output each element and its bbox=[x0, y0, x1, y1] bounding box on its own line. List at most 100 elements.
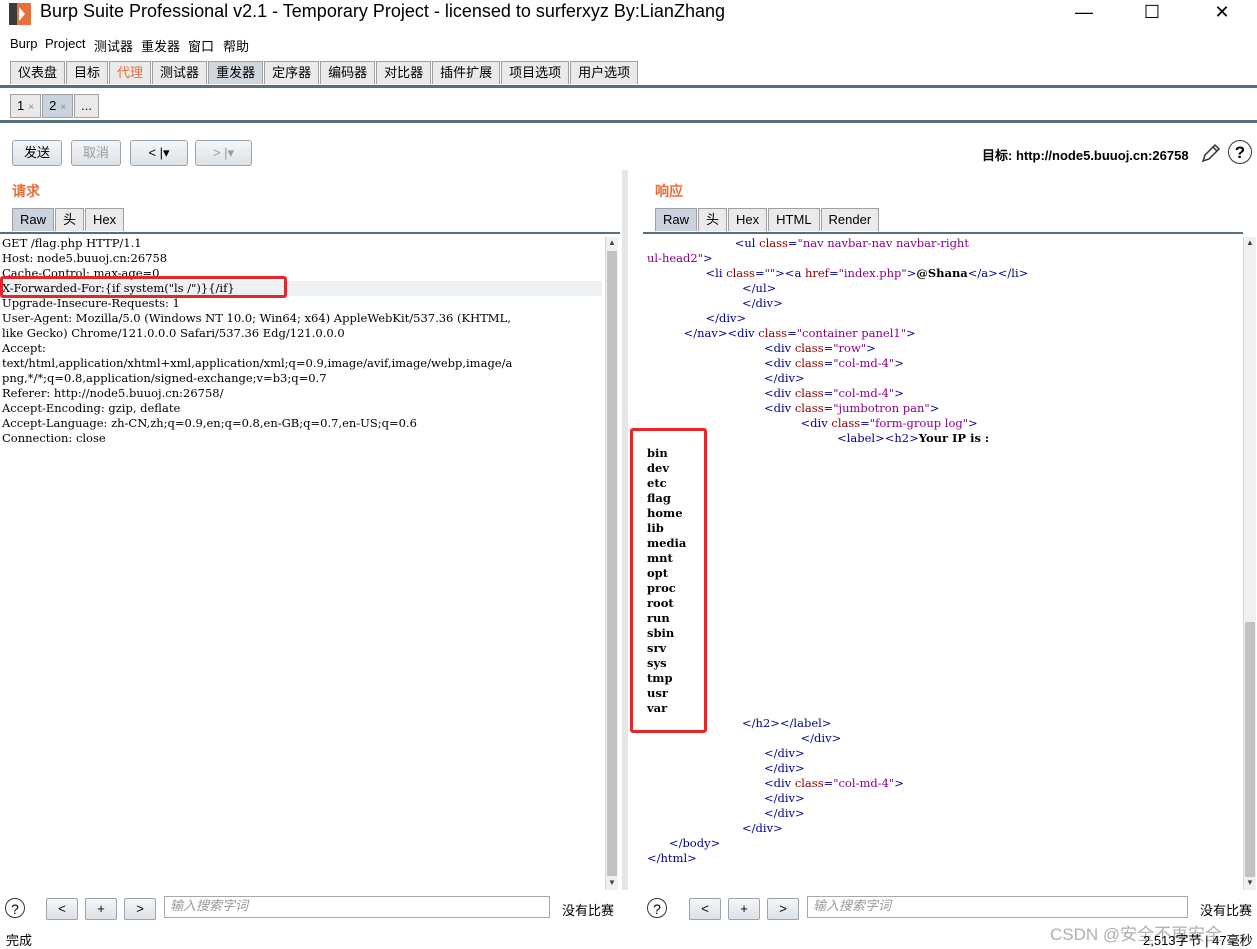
scroll-up-icon[interactable]: ▲ bbox=[606, 237, 618, 249]
scroll-down-icon[interactable]: ▼ bbox=[1244, 877, 1256, 889]
request-search-input[interactable]: 输入搜索字词 bbox=[164, 896, 550, 918]
close-tab-icon[interactable]: × bbox=[28, 102, 34, 113]
response-token: <div bbox=[763, 401, 795, 415]
response-line: ul-head2"> bbox=[647, 251, 1237, 266]
response-token: = bbox=[754, 266, 765, 280]
response-token: </a></li> bbox=[967, 266, 1029, 280]
tab-intruder[interactable]: 测试器 bbox=[152, 61, 208, 84]
response-token: = bbox=[823, 386, 834, 400]
back-history-button[interactable]: < |▾ bbox=[130, 140, 188, 166]
request-search-next-button[interactable]: > bbox=[124, 898, 156, 920]
tab-proxy[interactable]: 代理 bbox=[109, 61, 152, 84]
response-token: </div> bbox=[742, 821, 783, 835]
tab-sequencer[interactable]: 定序器 bbox=[264, 61, 320, 84]
scroll-thumb[interactable] bbox=[1245, 622, 1255, 877]
close-tab-icon[interactable]: × bbox=[60, 102, 66, 113]
request-search-prev-button[interactable]: < bbox=[46, 898, 78, 920]
response-tab-headers[interactable]: 头 bbox=[698, 208, 728, 231]
tab-repeater[interactable]: 重发器 bbox=[208, 61, 264, 84]
minimize-button[interactable]: — bbox=[1061, 0, 1107, 28]
response-token: </html> bbox=[647, 851, 697, 865]
sub-tab-1[interactable]: 1 × bbox=[10, 94, 42, 118]
response-token: </div> bbox=[763, 806, 805, 820]
response-token: <div bbox=[763, 776, 795, 790]
sub-tab-2[interactable]: 2 × bbox=[42, 94, 74, 118]
send-button[interactable]: 发送 bbox=[12, 140, 62, 166]
request-tab-raw[interactable]: Raw bbox=[12, 208, 55, 231]
response-line: </body> bbox=[647, 836, 1237, 851]
scroll-down-icon[interactable]: ▼ bbox=[606, 877, 618, 889]
panel-splitter[interactable] bbox=[622, 170, 628, 890]
response-tab-raw[interactable]: Raw bbox=[655, 208, 698, 231]
response-token: <div bbox=[763, 356, 795, 370]
response-line: <div class="row"> bbox=[647, 341, 1237, 356]
response-token: </div> bbox=[763, 761, 805, 775]
response-token: <label><h2> bbox=[837, 431, 919, 445]
tab-user-options[interactable]: 用户选项 bbox=[570, 61, 639, 84]
response-token: class bbox=[794, 341, 824, 355]
request-line: Referer: http://node5.buuoj.cn:26758/ bbox=[2, 386, 224, 400]
response-token: </h2></label> bbox=[742, 716, 832, 730]
response-token: = bbox=[823, 341, 834, 355]
response-token: class bbox=[726, 266, 755, 280]
sub-tab-new[interactable]: ... bbox=[74, 94, 99, 118]
scroll-thumb[interactable] bbox=[607, 251, 617, 876]
target-label: 目标: http://node5.buuoj.cn:26758 bbox=[982, 148, 1189, 163]
response-panel-divider bbox=[643, 232, 1243, 234]
request-tab-headers[interactable]: 头 bbox=[55, 208, 85, 231]
response-scrollbar[interactable]: ▲ ▼ bbox=[1243, 237, 1256, 890]
response-editor-bottom[interactable]: </h2></label> </div> </div> </div> <div … bbox=[647, 716, 1237, 866]
response-token: </div> bbox=[763, 791, 805, 805]
menu-burp[interactable]: Burp bbox=[10, 36, 37, 51]
forward-history-button[interactable]: > |▾ bbox=[195, 140, 252, 166]
request-editor[interactable]: GET /flag.php HTTP/1.1 Host: node5.buuoj.… bbox=[2, 236, 602, 446]
scroll-up-icon[interactable]: ▲ bbox=[1244, 237, 1256, 249]
response-line: </div> bbox=[647, 761, 1237, 776]
response-search-input[interactable]: 输入搜索字词 bbox=[807, 896, 1188, 918]
tab-extender[interactable]: 插件扩展 bbox=[432, 61, 501, 84]
response-token: class bbox=[758, 326, 788, 340]
tab-comparer[interactable]: 对比器 bbox=[376, 61, 432, 84]
response-title: 响应 bbox=[655, 183, 683, 199]
response-token: "col-md-4" bbox=[833, 386, 895, 400]
edit-target-icon[interactable] bbox=[1200, 142, 1222, 164]
response-editor-top[interactable]: <ul class="nav navbar-nav navbar-right ul… bbox=[647, 236, 1237, 446]
response-token: > bbox=[906, 266, 917, 280]
response-token: "col-md-4" bbox=[833, 776, 895, 790]
request-line: png,*/*;q=0.8,application/signed-exchang… bbox=[2, 371, 327, 385]
request-tab-hex[interactable]: Hex bbox=[85, 208, 125, 231]
request-search-help-icon[interactable]: ? bbox=[5, 898, 25, 918]
response-tab-render[interactable]: Render bbox=[820, 208, 880, 231]
response-line: </div> bbox=[647, 296, 1237, 311]
response-line: </div> bbox=[647, 746, 1237, 761]
menu-intruder[interactable]: 测试器 bbox=[94, 36, 133, 55]
close-window-button[interactable]: ✕ bbox=[1199, 0, 1245, 28]
response-token: "" bbox=[764, 266, 776, 280]
request-title: 请求 bbox=[12, 183, 40, 199]
response-search-prev-button[interactable]: < bbox=[689, 898, 721, 920]
maximize-button[interactable]: ☐ bbox=[1129, 0, 1175, 28]
request-scrollbar[interactable]: ▲ ▼ bbox=[605, 237, 618, 890]
tab-decoder[interactable]: 编码器 bbox=[320, 61, 376, 84]
status-text: 完成 bbox=[6, 933, 33, 948]
request-line: Upgrade-Insecure-Requests: 1 bbox=[2, 296, 180, 310]
response-token: </ul> bbox=[742, 281, 777, 295]
menu-repeater[interactable]: 重发器 bbox=[141, 36, 180, 55]
response-tab-html[interactable]: HTML bbox=[768, 208, 820, 231]
help-icon[interactable]: ? bbox=[1228, 140, 1252, 164]
cancel-button[interactable]: 取消 bbox=[71, 140, 121, 166]
tab-dashboard[interactable]: 仪表盘 bbox=[10, 61, 66, 84]
response-token: </body> bbox=[668, 836, 721, 850]
tab-project-options[interactable]: 项目选项 bbox=[501, 61, 570, 84]
menu-project[interactable]: Project bbox=[45, 36, 85, 51]
menu-window[interactable]: 窗口 bbox=[188, 36, 214, 55]
response-tab-hex[interactable]: Hex bbox=[728, 208, 768, 231]
response-search-help-icon[interactable]: ? bbox=[647, 898, 667, 918]
response-line: </div> bbox=[647, 371, 1237, 386]
request-view-tabs: Raw 头 Hex bbox=[12, 208, 125, 232]
response-search-options-button[interactable]: + bbox=[728, 898, 760, 920]
response-search-next-button[interactable]: > bbox=[767, 898, 799, 920]
request-search-options-button[interactable]: + bbox=[85, 898, 117, 920]
menu-help[interactable]: 帮助 bbox=[223, 36, 249, 55]
tab-target[interactable]: 目标 bbox=[66, 61, 109, 84]
